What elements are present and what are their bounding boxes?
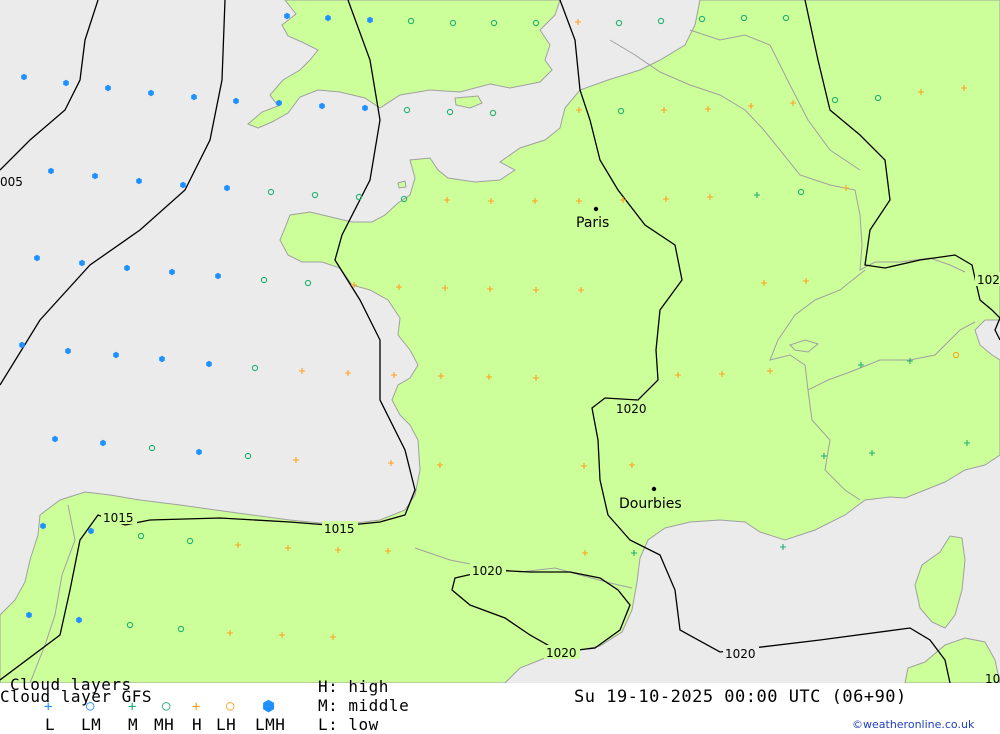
legend-key-lmh: LMH: [255, 715, 286, 734]
isobar-label: 1015: [324, 522, 355, 536]
isobar-label: 1015: [103, 511, 134, 525]
legend-symbol-mh: ○: [162, 698, 171, 714]
legend-symbol-m: +: [128, 699, 137, 715]
isobar-label: 1020: [546, 646, 577, 660]
forecast-datetime: Su 19-10-2025 00:00 UTC (06+90): [574, 687, 907, 707]
legend-symbol-l: +: [44, 699, 53, 715]
legend-key-l: L: [45, 715, 56, 734]
legend-key-h: H: [192, 715, 203, 734]
weather-map: 005 1015 1015 1020 1020 1020 1020 102 10…: [0, 0, 1000, 683]
legend-symbol-h: +: [192, 699, 201, 715]
legend-level-high: H: high: [318, 677, 389, 696]
isobar-label: 1020: [472, 564, 503, 578]
isobar-label: 10: [985, 672, 1000, 683]
legend-key-lh: LH: [216, 715, 237, 734]
legend-key-mh: MH: [154, 715, 175, 734]
city-dot-icon: [593, 206, 599, 212]
city-dot-icon: [651, 486, 657, 492]
city-label-paris: Paris: [576, 215, 609, 231]
legend-bar: Cloud layers Cloud layer GFS + ○ + ○ + ○…: [0, 675, 1000, 734]
credit-link[interactable]: ©weatheronline.co.uk: [852, 718, 974, 731]
legend-key-lm: LM: [81, 715, 102, 734]
legend-level-middle: M: middle: [318, 696, 410, 715]
legend-symbol-lmh: ⬢: [262, 697, 276, 715]
city-label-dourbies: Dourbies: [619, 496, 682, 512]
legend-level-low: L: low: [318, 715, 379, 734]
isobar-label: 1020: [725, 647, 756, 661]
legend-key-m: M: [128, 715, 139, 734]
isobar-label: 102: [977, 273, 1000, 287]
map-canvas: 005 1015 1015 1020 1020 1020 1020 102 10…: [0, 0, 1000, 683]
legend-symbol-lh: ○: [226, 698, 235, 714]
isobar-label: 1020: [616, 402, 647, 416]
isobar-label: 005: [0, 175, 23, 189]
legend-symbol-lm: ○: [86, 698, 95, 714]
